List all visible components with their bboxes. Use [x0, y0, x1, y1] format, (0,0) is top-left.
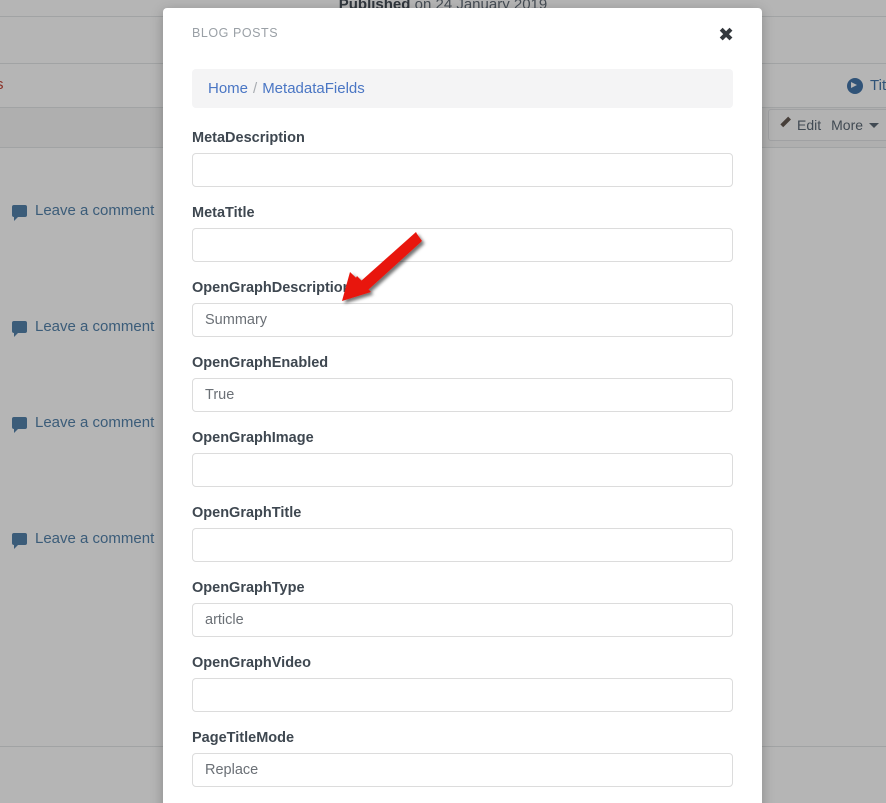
field-label: OpenGraphType	[192, 580, 733, 596]
field-pagetitlemode: PageTitleMode	[192, 730, 733, 787]
field-label: OpenGraphVideo	[192, 655, 733, 671]
opengraphvideo-input[interactable]	[192, 678, 733, 712]
pagetitlemode-input[interactable]	[192, 753, 733, 787]
opengraphdescription-input[interactable]	[192, 303, 733, 337]
opengraphtype-input[interactable]	[192, 603, 733, 637]
breadcrumb: Home / MetadataFields	[192, 69, 733, 108]
field-metatitle: MetaTitle	[192, 205, 733, 262]
field-opengraphenabled: OpenGraphEnabled	[192, 355, 733, 412]
field-metadescription: MetaDescription	[192, 130, 733, 187]
breadcrumb-item-metadatafields[interactable]: MetadataFields	[262, 80, 365, 97]
field-label: MetaTitle	[192, 205, 733, 221]
breadcrumb-separator: /	[253, 80, 257, 97]
field-opengraphdescription: OpenGraphDescription	[192, 280, 733, 337]
field-opengraphvideo: OpenGraphVideo	[192, 655, 733, 712]
metadata-fields-modal: BLOG POSTS ✖ Home / MetadataFields MetaDes…	[163, 8, 762, 803]
field-opengraphimage: OpenGraphImage	[192, 430, 733, 487]
screen: Published on 24 January 2019 s Tit Edit …	[0, 0, 886, 803]
field-opengraphtype: OpenGraphType	[192, 580, 733, 637]
opengraphenabled-input[interactable]	[192, 378, 733, 412]
breadcrumb-item-home[interactable]: Home	[208, 80, 248, 97]
field-label: OpenGraphTitle	[192, 505, 733, 521]
field-label: MetaDescription	[192, 130, 733, 146]
modal-header: BLOG POSTS ✖	[163, 8, 762, 56]
metatitle-input[interactable]	[192, 228, 733, 262]
modal-title: BLOG POSTS	[192, 26, 734, 40]
opengraphtitle-input[interactable]	[192, 528, 733, 562]
field-label: OpenGraphImage	[192, 430, 733, 446]
field-label: OpenGraphEnabled	[192, 355, 733, 371]
modal-body: Home / MetadataFields MetaDescription Meta…	[163, 56, 762, 803]
close-icon[interactable]: ✖	[714, 22, 738, 49]
field-label: OpenGraphDescription	[192, 280, 733, 296]
field-label: PageTitleMode	[192, 730, 733, 746]
opengraphimage-input[interactable]	[192, 453, 733, 487]
metadescription-input[interactable]	[192, 153, 733, 187]
field-opengraphtitle: OpenGraphTitle	[192, 505, 733, 562]
